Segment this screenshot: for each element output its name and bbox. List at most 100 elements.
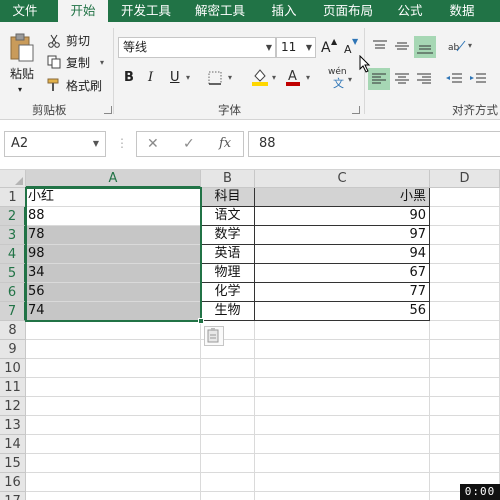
font-launcher-icon[interactable]: [352, 106, 360, 114]
cut-button[interactable]: 剪切: [66, 31, 90, 51]
cell-a11[interactable]: [26, 378, 201, 397]
spreadsheet-grid[interactable]: A B C D 1 小红 科目 小黑 2 88 语文 90 3 78 数学 97 4 98 英语 94 5 34 物…: [0, 170, 500, 500]
font-color-dropdown-icon[interactable]: ▾: [306, 68, 310, 88]
cell-b7[interactable]: 生物: [201, 302, 255, 321]
align-bottom-button[interactable]: [414, 36, 436, 58]
decrease-indent-icon[interactable]: [444, 69, 464, 89]
cell-b4[interactable]: 英语: [201, 245, 255, 264]
format-painter-button[interactable]: 格式刷: [66, 76, 102, 96]
cell-c1[interactable]: 小黑: [255, 188, 430, 207]
cell-a9[interactable]: [26, 340, 201, 359]
row-header-4[interactable]: 4: [0, 245, 26, 264]
cell-b2[interactable]: 语文: [201, 207, 255, 226]
cell-d9[interactable]: [430, 340, 500, 359]
cell-a12[interactable]: [26, 397, 201, 416]
font-name-select[interactable]: 等线 ▼: [118, 37, 276, 58]
column-header-d[interactable]: D: [430, 170, 500, 188]
row-header-16[interactable]: 16: [0, 473, 26, 492]
tab-developer[interactable]: 开发工具: [114, 0, 178, 22]
tab-home[interactable]: 开始: [58, 0, 108, 23]
cell-c14[interactable]: [255, 435, 430, 454]
shrink-font-button[interactable]: A: [344, 40, 352, 60]
cell-b14[interactable]: [201, 435, 255, 454]
align-center-icon[interactable]: [392, 69, 412, 89]
cell-c10[interactable]: [255, 359, 430, 378]
cell-d14[interactable]: [430, 435, 500, 454]
tab-formulas[interactable]: 公式: [388, 0, 432, 22]
cell-d1[interactable]: [430, 188, 500, 207]
cell-a10[interactable]: [26, 359, 201, 378]
cell-a7[interactable]: 74: [26, 302, 201, 321]
row-header-13[interactable]: 13: [0, 416, 26, 435]
tab-data[interactable]: 数据: [440, 0, 484, 22]
enter-check-icon[interactable]: ✓: [183, 132, 195, 156]
row-header-14[interactable]: 14: [0, 435, 26, 454]
cell-b10[interactable]: [201, 359, 255, 378]
cell-b16[interactable]: [201, 473, 255, 492]
cell-d12[interactable]: [430, 397, 500, 416]
cell-d13[interactable]: [430, 416, 500, 435]
cancel-icon[interactable]: ✕: [147, 132, 159, 156]
fill-color-icon[interactable]: [250, 66, 270, 88]
cell-d4[interactable]: [430, 245, 500, 264]
cell-d5[interactable]: [430, 264, 500, 283]
font-color-icon[interactable]: A: [284, 66, 302, 88]
cell-a3[interactable]: 78: [26, 226, 201, 245]
orientation-dropdown-icon[interactable]: ▾: [468, 36, 472, 56]
cell-a14[interactable]: [26, 435, 201, 454]
paste-options-icon[interactable]: [204, 326, 224, 346]
cell-c9[interactable]: [255, 340, 430, 359]
cell-c4[interactable]: 94: [255, 245, 430, 264]
cell-c6[interactable]: 77: [255, 283, 430, 302]
cell-b11[interactable]: [201, 378, 255, 397]
row-header-3[interactable]: 3: [0, 226, 26, 245]
cell-c8[interactable]: [255, 321, 430, 340]
cell-a5[interactable]: 34: [26, 264, 201, 283]
cell-d3[interactable]: [430, 226, 500, 245]
row-header-6[interactable]: 6: [0, 283, 26, 302]
cell-d10[interactable]: [430, 359, 500, 378]
font-size-select[interactable]: 11 ▼: [276, 37, 316, 58]
grow-font-button[interactable]: A: [321, 38, 331, 58]
column-header-c[interactable]: C: [255, 170, 430, 188]
italic-button[interactable]: I: [148, 68, 153, 88]
row-header-12[interactable]: 12: [0, 397, 26, 416]
cell-d7[interactable]: [430, 302, 500, 321]
cell-c11[interactable]: [255, 378, 430, 397]
cell-c12[interactable]: [255, 397, 430, 416]
orientation-icon[interactable]: ab: [446, 36, 468, 56]
cell-a4[interactable]: 98: [26, 245, 201, 264]
cell-a13[interactable]: [26, 416, 201, 435]
underline-button[interactable]: U: [170, 68, 180, 88]
column-header-a[interactable]: A: [26, 170, 201, 188]
row-header-10[interactable]: 10: [0, 359, 26, 378]
paste-icon[interactable]: [8, 32, 36, 64]
cell-c7[interactable]: 56: [255, 302, 430, 321]
cell-b12[interactable]: [201, 397, 255, 416]
phonetic-dropdown-icon[interactable]: ▾: [348, 70, 352, 90]
select-all-corner[interactable]: [0, 170, 26, 188]
name-box[interactable]: A2 ▼: [4, 131, 106, 157]
tab-page-layout[interactable]: 页面布局: [316, 0, 380, 22]
row-header-15[interactable]: 15: [0, 454, 26, 473]
row-header-11[interactable]: 11: [0, 378, 26, 397]
cell-d11[interactable]: [430, 378, 500, 397]
cell-b13[interactable]: [201, 416, 255, 435]
cell-a16[interactable]: [26, 473, 201, 492]
column-header-b[interactable]: B: [201, 170, 255, 188]
cell-a15[interactable]: [26, 454, 201, 473]
cell-c16[interactable]: [255, 473, 430, 492]
bold-button[interactable]: B: [124, 68, 134, 88]
row-header-8[interactable]: 8: [0, 321, 26, 340]
row-header-17[interactable]: 17: [0, 492, 26, 500]
underline-dropdown-icon[interactable]: ▾: [186, 68, 190, 88]
copy-dropdown-icon[interactable]: ▾: [100, 53, 104, 73]
cell-a2[interactable]: 88: [26, 207, 201, 226]
row-header-2[interactable]: 2: [0, 207, 26, 226]
borders-dropdown-icon[interactable]: ▾: [228, 68, 232, 88]
cell-c15[interactable]: [255, 454, 430, 473]
cell-b15[interactable]: [201, 454, 255, 473]
row-header-5[interactable]: 5: [0, 264, 26, 283]
fill-handle[interactable]: [198, 318, 204, 324]
row-header-1[interactable]: 1: [0, 188, 26, 207]
